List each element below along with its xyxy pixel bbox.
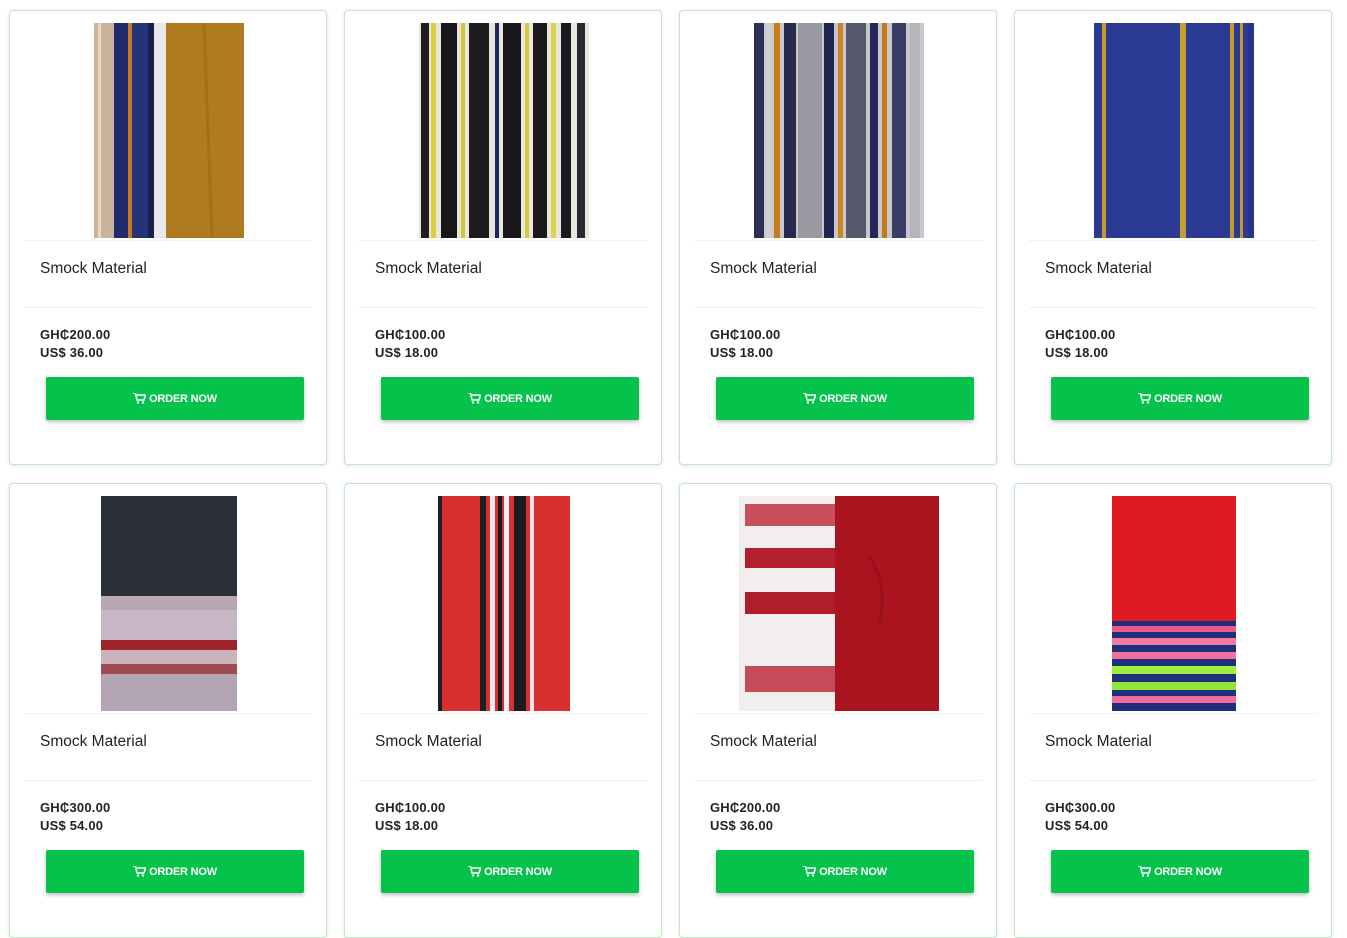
product-title[interactable]: Smock Material bbox=[1045, 733, 1152, 751]
order-now-label: ORDER NOW bbox=[819, 865, 887, 878]
cart-icon bbox=[803, 866, 817, 877]
order-now-button[interactable]: ORDER NOW bbox=[1051, 850, 1309, 893]
cart-icon bbox=[468, 393, 482, 404]
product-title[interactable]: Smock Material bbox=[40, 260, 147, 278]
order-now-label: ORDER NOW bbox=[484, 392, 552, 405]
product-card: Smock Material GH₵100.00 US$ 18.00 ORDER… bbox=[1014, 10, 1332, 465]
product-image[interactable] bbox=[694, 23, 984, 238]
order-now-label: ORDER NOW bbox=[149, 865, 217, 878]
order-now-button[interactable]: ORDER NOW bbox=[381, 850, 639, 893]
price-usd: US$ 36.00 bbox=[710, 818, 774, 833]
price-usd: US$ 36.00 bbox=[40, 345, 104, 360]
product-card: Smock Material GH₵200.00 US$ 36.00 ORDER… bbox=[679, 483, 997, 938]
product-image[interactable] bbox=[694, 496, 984, 711]
cart-icon bbox=[1138, 866, 1152, 877]
price-ghs: GH₵100.00 bbox=[375, 327, 446, 342]
product-image[interactable] bbox=[24, 496, 314, 711]
order-now-button[interactable]: ORDER NOW bbox=[716, 377, 974, 420]
price-usd: US$ 18.00 bbox=[375, 818, 439, 833]
product-image[interactable] bbox=[24, 23, 314, 238]
price-ghs: GH₵300.00 bbox=[1045, 800, 1116, 815]
price-ghs: GH₵100.00 bbox=[710, 327, 781, 342]
order-now-button[interactable]: ORDER NOW bbox=[1051, 377, 1309, 420]
price-ghs: GH₵300.00 bbox=[40, 800, 111, 815]
price-ghs: GH₵100.00 bbox=[1045, 327, 1116, 342]
price-ghs: GH₵200.00 bbox=[40, 327, 111, 342]
price-usd: US$ 18.00 bbox=[710, 345, 774, 360]
product-card: Smock Material GH₵100.00 US$ 18.00 ORDER… bbox=[679, 10, 997, 465]
price-usd: US$ 54.00 bbox=[1045, 818, 1109, 833]
order-now-label: ORDER NOW bbox=[1154, 865, 1222, 878]
cart-icon bbox=[803, 393, 817, 404]
price-ghs: GH₵100.00 bbox=[375, 800, 446, 815]
order-now-button[interactable]: ORDER NOW bbox=[46, 377, 304, 420]
product-title[interactable]: Smock Material bbox=[1045, 260, 1152, 278]
product-title[interactable]: Smock Material bbox=[710, 260, 817, 278]
product-card: Smock Material GH₵300.00 US$ 54.00 ORDER… bbox=[9, 483, 327, 938]
order-now-button[interactable]: ORDER NOW bbox=[716, 850, 974, 893]
order-now-button[interactable]: ORDER NOW bbox=[381, 377, 639, 420]
cart-icon bbox=[1138, 393, 1152, 404]
product-image[interactable] bbox=[359, 23, 649, 238]
product-image[interactable] bbox=[1029, 496, 1319, 711]
cart-icon bbox=[133, 393, 147, 404]
product-card: Smock Material GH₵300.00 US$ 54.00 ORDER… bbox=[1014, 483, 1332, 938]
product-image[interactable] bbox=[1029, 23, 1319, 238]
product-card: Smock Material GH₵100.00 US$ 18.00 ORDER… bbox=[344, 483, 662, 938]
price-ghs: GH₵200.00 bbox=[710, 800, 781, 815]
cart-icon bbox=[133, 866, 147, 877]
price-usd: US$ 18.00 bbox=[375, 345, 439, 360]
product-card: Smock Material GH₵100.00 US$ 18.00 ORDER… bbox=[344, 10, 662, 465]
order-now-label: ORDER NOW bbox=[149, 392, 217, 405]
product-title[interactable]: Smock Material bbox=[40, 733, 147, 751]
product-title[interactable]: Smock Material bbox=[375, 260, 482, 278]
order-now-label: ORDER NOW bbox=[1154, 392, 1222, 405]
product-card: Smock Material GH₵200.00 US$ 36.00 ORDER… bbox=[9, 10, 327, 465]
price-usd: US$ 54.00 bbox=[40, 818, 104, 833]
order-now-button[interactable]: ORDER NOW bbox=[46, 850, 304, 893]
product-title[interactable]: Smock Material bbox=[375, 733, 482, 751]
product-image[interactable] bbox=[359, 496, 649, 711]
product-title[interactable]: Smock Material bbox=[710, 733, 817, 751]
order-now-label: ORDER NOW bbox=[819, 392, 887, 405]
order-now-label: ORDER NOW bbox=[484, 865, 552, 878]
price-usd: US$ 18.00 bbox=[1045, 345, 1109, 360]
cart-icon bbox=[468, 866, 482, 877]
